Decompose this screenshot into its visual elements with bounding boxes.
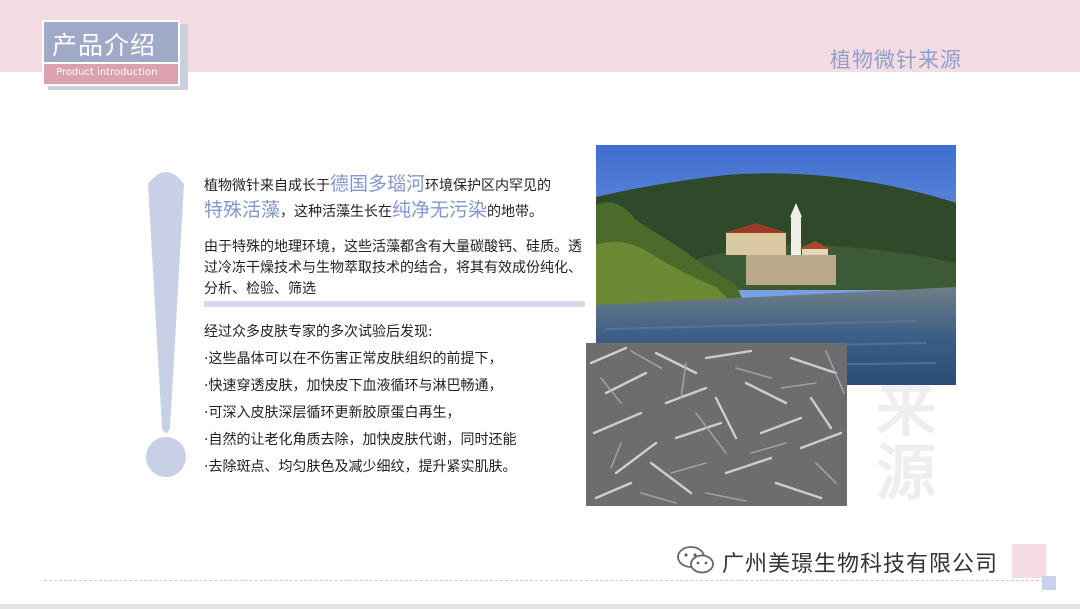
intro-text-3: ，这种活藻生长在: [280, 204, 393, 220]
company-name: 广州美璟生物科技有限公司: [722, 552, 999, 577]
process-paragraph: 由于特殊的地理环境，这些活藻都含有大量碳酸钙、硅质。透过冷冻干燥技术与生物萃取技…: [204, 239, 582, 297]
title-badge-main: 产品介绍: [42, 20, 180, 64]
page-subtitle: Product introduction: [56, 67, 158, 78]
list-item: ·去除斑点、均匀肤色及减少细纹，提升紧实肌肤。: [204, 459, 517, 475]
findings-list: 经过众多皮肤专家的多次试验后发现: ·这些晶体可以在不伤害正常皮肤组织的前提下，…: [204, 319, 594, 481]
list-item: ·自然的让老化角质去除，加快皮肤代谢，同时还能: [204, 432, 517, 448]
list-item: ·这些晶体可以在不伤害正常皮肤组织的前提下，: [204, 351, 503, 367]
wechat-icon: [677, 546, 714, 574]
microneedle-photo: [586, 343, 847, 506]
footer-decor: [1012, 544, 1046, 578]
intro-text-2: 环境保护区内罕见的: [425, 178, 552, 194]
highlight-pure: 纯净无污染: [392, 199, 488, 221]
page-title: 产品介绍: [52, 31, 157, 60]
divider: [204, 301, 585, 307]
intro-paragraph: 植物微针来自成长于德国多瑙河环境保护区内罕见的 特殊活藻，这种活藻生长在纯净无污…: [204, 172, 584, 224]
findings-lead: 经过众多皮肤专家的多次试验后发现:: [204, 324, 433, 340]
footer-divider: [44, 580, 1044, 581]
intro-text-4: 的地带。: [487, 204, 544, 220]
watermark-text: 来 源: [870, 378, 942, 506]
watermark-char: 源: [876, 439, 936, 509]
highlight-danube: 德国多瑙河: [330, 173, 426, 195]
list-item: ·可深入皮肤深层循环更新胶原蛋白再生，: [204, 405, 461, 421]
footer-decor: [1042, 576, 1056, 590]
title-badge-sub: Product introduction: [42, 64, 180, 86]
title-badge: 产品介绍 Product introduction: [42, 20, 188, 90]
list-item: ·快速穿透皮肤，加快皮下血液循环与淋巴畅通，: [204, 378, 503, 394]
exclamation-icon: [148, 172, 184, 433]
section-title: 植物微针来源: [830, 48, 962, 72]
page-edge: [0, 604, 1080, 609]
watermark-char: 来: [876, 375, 936, 445]
exclamation-dot: [146, 437, 186, 477]
intro-text-1: 植物微针来自成长于: [204, 178, 330, 194]
highlight-algae: 特殊活藻: [204, 199, 281, 221]
